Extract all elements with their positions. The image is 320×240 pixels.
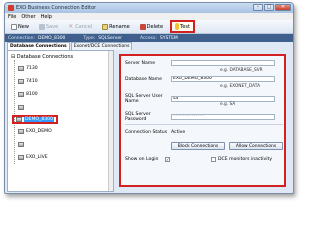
connection-tree: ⊟ Database Connections 7130 7410 8100 DE… — [7, 50, 114, 192]
minimize-button[interactable]: – — [253, 4, 263, 11]
new-document-icon — [11, 23, 17, 30]
tree-item-label: 8100 — [26, 92, 38, 97]
tree-item-label: 7130 — [26, 66, 38, 71]
save-button[interactable]: Save — [36, 22, 61, 32]
server-icon — [18, 92, 24, 97]
database-name-label: Database Name — [125, 76, 162, 82]
sql-user-row: SQL Server User Name sa — [125, 94, 275, 104]
tree-item-exo-live[interactable]: EXO_LIVE — [18, 155, 48, 160]
sql-password-field[interactable]: ************** — [171, 114, 275, 120]
tree-scrollbar[interactable] — [108, 51, 113, 191]
server-name-hint: e.g. DATABASE_SVR — [220, 68, 263, 73]
type-label: Type: — [83, 35, 96, 41]
show-on-login-label: Show on Login — [125, 157, 159, 162]
connection-value: DEMO_8300 — [37, 35, 66, 41]
connection-label: Connection: — [8, 35, 35, 41]
new-button-label: New — [18, 23, 29, 30]
server-icon — [18, 105, 24, 110]
connection-status-value: Active — [171, 130, 186, 135]
tree-root-label: Database Connections — [16, 54, 74, 60]
tree-item-8100[interactable]: 8100 — [18, 92, 38, 97]
app-logo-icon — [8, 5, 14, 11]
tab-database-connections[interactable]: Database Connections — [7, 42, 70, 50]
server-name-field[interactable] — [171, 60, 275, 66]
menu-other[interactable]: Other — [21, 14, 35, 20]
show-on-login-row: Show on Login ✓ — [125, 157, 170, 162]
form-divider — [125, 124, 283, 125]
block-connections-button[interactable]: Block Connections — [171, 142, 225, 150]
window-title: EXO Business Connection Editor — [16, 5, 97, 11]
allow-connections-button[interactable]: Allow Connections — [229, 142, 283, 150]
tree-item-label: DEMO_8300 — [24, 117, 55, 122]
menu-file[interactable]: File — [8, 14, 16, 20]
connection-info-bar: Connection: DEMO_8300 Type: SQLServer Ac… — [5, 34, 293, 42]
delete-button[interactable]: Delete — [137, 22, 166, 32]
show-on-login-checkbox[interactable]: ✓ — [165, 157, 170, 162]
tree-item-label: EXO_DEMO — [26, 129, 52, 134]
delete-icon — [139, 23, 146, 30]
server-icon — [18, 155, 24, 160]
tree-item-label: 7410 — [26, 79, 38, 84]
server-icon — [18, 129, 24, 134]
dce-monitors-row: DCE monitors inactivity — [211, 157, 272, 162]
server-icon — [18, 79, 24, 84]
cancel-icon: ✕ — [68, 22, 74, 30]
server-name-label: Server Name — [125, 60, 156, 66]
tree-item-7410[interactable]: 7410 — [18, 79, 38, 84]
connection-status-label: Connection Status — [125, 130, 168, 135]
tree-item-7130[interactable]: 7130 — [18, 66, 38, 71]
menu-help[interactable]: Help — [41, 14, 52, 20]
sql-user-hint: e.g. SA — [220, 102, 236, 107]
database-name-field[interactable]: EXO_DEMO_8300 — [171, 76, 275, 82]
server-icon — [18, 142, 24, 147]
server-icon — [16, 117, 22, 122]
access-value: SYSTEM — [159, 35, 178, 41]
cancel-button[interactable]: ✕ Cancel — [65, 22, 95, 32]
new-button[interactable]: New — [8, 22, 32, 32]
delete-button-label: Delete — [146, 23, 164, 30]
type-value: SQLServer — [98, 35, 122, 41]
save-icon — [38, 23, 45, 30]
test-button[interactable]: Test — [170, 20, 195, 33]
test-button-label: Test — [180, 23, 190, 30]
sql-user-label: SQL Server User Name — [125, 94, 163, 104]
menu-bar: File Other Help — [5, 13, 293, 20]
maximize-button[interactable]: □ — [264, 4, 274, 11]
tree-item-unlabeled[interactable] — [18, 105, 26, 110]
tree-item-demo-8300[interactable]: DEMO_8300 — [12, 115, 59, 124]
sql-password-row: SQL Server Password ************** — [125, 112, 275, 122]
rename-button[interactable]: Rename — [99, 22, 133, 32]
tree-connector-line — [14, 60, 15, 164]
rename-button-label: Rename — [109, 23, 130, 30]
test-icon — [175, 23, 180, 30]
save-button-label: Save — [45, 23, 59, 30]
app-window: EXO Business Connection Editor – □ ✕ Fil… — [4, 2, 294, 194]
connection-details-panel: Server Name e.g. DATABASE_SVR Database N… — [119, 54, 286, 187]
window-controls: – □ ✕ — [253, 4, 291, 11]
close-button[interactable]: ✕ — [275, 4, 291, 11]
toolbar: New Save ✕ Cancel Rename Delete Test — [5, 20, 293, 34]
server-name-row: Server Name — [125, 60, 275, 66]
access-label: Access: — [139, 35, 157, 41]
connection-status-row: Connection Status Active — [125, 130, 185, 135]
tab-strip: Database Connections Exonet/DCE Connecti… — [5, 42, 133, 50]
sql-password-label: SQL Server Password — [125, 112, 151, 122]
database-name-hint: e.g. EXONET_DATA — [220, 84, 261, 89]
dce-monitors-checkbox[interactable] — [211, 157, 216, 162]
database-name-row: Database Name EXO_DEMO_8300 — [125, 76, 275, 82]
cancel-button-label: Cancel — [75, 23, 93, 30]
title-bar[interactable]: EXO Business Connection Editor – □ ✕ — [5, 3, 293, 13]
server-icon — [18, 66, 24, 71]
tab-exonet-dce-connections[interactable]: Exonet/DCE Connections — [70, 42, 133, 50]
tree-root[interactable]: ⊟ Database Connections — [11, 54, 73, 60]
tree-item-exo-demo[interactable]: EXO_DEMO — [18, 129, 52, 134]
tree-item-unlabeled[interactable] — [18, 142, 26, 147]
rename-icon — [102, 23, 109, 30]
tree-item-label: EXO_LIVE — [26, 155, 48, 160]
dce-monitors-label: DCE monitors inactivity — [218, 157, 273, 162]
